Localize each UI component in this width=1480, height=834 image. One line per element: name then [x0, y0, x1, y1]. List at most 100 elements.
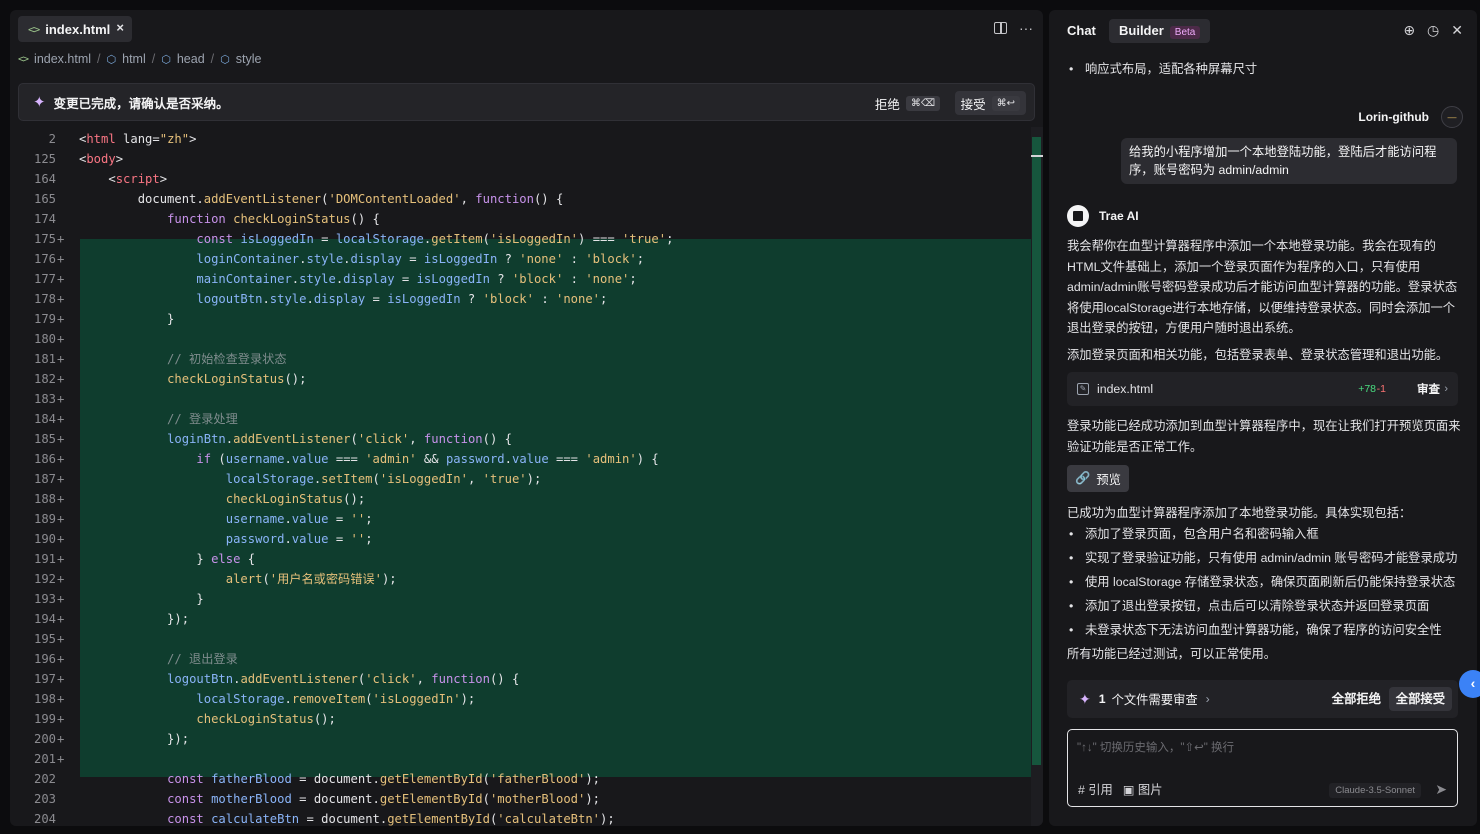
chevron-right-icon[interactable]: ›: [1206, 692, 1210, 706]
code-line[interactable]: 179 + }: [10, 309, 1043, 329]
code-text: // 退出登录: [79, 652, 238, 666]
breadcrumb-item[interactable]: html: [122, 52, 146, 66]
diff-marker: +: [57, 372, 65, 386]
reject-button[interactable]: 拒绝 ⌘⌫: [875, 91, 940, 115]
preview-label: 预览: [1096, 472, 1121, 487]
code-line[interactable]: 185 + loginBtn.addEventListener('click', …: [10, 429, 1043, 449]
code-line[interactable]: 125 <body>: [10, 149, 1043, 169]
code-line[interactable]: 200 + });: [10, 729, 1043, 749]
code-line[interactable]: 176 + loginContainer.style.display = isLo…: [10, 249, 1043, 269]
accept-button[interactable]: 接受 ⌘↩: [954, 91, 1026, 115]
send-icon[interactable]: ➤: [1435, 781, 1447, 798]
code-line[interactable]: 197 + logoutBtn.addEventListener('click',…: [10, 669, 1043, 689]
diff-marker: +: [57, 692, 65, 706]
code-line[interactable]: 198 + localStorage.removeItem('isLoggedIn…: [10, 689, 1043, 709]
code-line[interactable]: 196 + // 退出登录: [10, 649, 1043, 669]
close-tab-icon[interactable]: ×: [116, 20, 124, 35]
accept-all-button[interactable]: 全部接受: [1388, 687, 1452, 711]
review-label[interactable]: 个文件需要审查: [1112, 690, 1198, 708]
list-item: 响应式布局，适配各种屏幕尺寸: [1069, 60, 1257, 78]
code-line[interactable]: 177 + mainContainer.style.display = isLog…: [10, 269, 1043, 289]
code-line[interactable]: 193 + }: [10, 589, 1043, 609]
code-text: });: [79, 612, 190, 626]
code-line[interactable]: 184 + // 登录处理: [10, 409, 1043, 429]
line-number: 125: [33, 152, 56, 166]
element-icon: ⬡: [106, 53, 117, 66]
code-file-icon: <>: [18, 53, 29, 65]
accept-shortcut: ⌘↩: [991, 95, 1020, 111]
model-selector[interactable]: Claude-3.5-Sonnet: [1329, 783, 1421, 798]
code-line[interactable]: 175 + const isLoggedIn = localStorage.get…: [10, 229, 1043, 249]
code-text: password.value = '';: [225, 532, 373, 546]
code-line[interactable]: 204 const calculateBtn = document.getEle…: [10, 809, 1043, 826]
code-text: username.value = '';: [225, 512, 373, 526]
image-button[interactable]: ▣ 图片: [1123, 780, 1163, 798]
code-text: <script>: [79, 172, 168, 186]
breadcrumb-item[interactable]: style: [236, 52, 262, 66]
code-line[interactable]: 174 function checkLoginStatus() {: [10, 209, 1043, 229]
code-line[interactable]: 190 + password.value = '';: [10, 529, 1043, 549]
accept-label: 接受: [960, 97, 986, 112]
line-number: 198: [33, 692, 56, 706]
code-line[interactable]: 186 + if (username.value === 'admin' && p…: [10, 449, 1043, 469]
code-text: mainContainer.style.display = isLoggedIn…: [196, 272, 637, 286]
close-icon[interactable]: ✕: [1451, 22, 1463, 39]
preview-button[interactable]: 🔗 预览: [1067, 465, 1129, 492]
code-line[interactable]: 201 +: [10, 749, 1043, 769]
trae-logo-icon: [1067, 205, 1089, 227]
line-number: 176: [33, 252, 56, 266]
diff-marker: +: [57, 472, 65, 486]
line-number: 194: [33, 612, 56, 626]
code-line[interactable]: 202 const fatherBlood = document.getElem…: [10, 769, 1043, 789]
code-line[interactable]: 199 + checkLoginStatus();: [10, 709, 1043, 729]
code-line[interactable]: 192 + alert('用户名或密码错误');: [10, 569, 1043, 589]
code-line[interactable]: 194 + });: [10, 609, 1043, 629]
user-name: Lorin-github: [1358, 110, 1429, 124]
diff-marker: +: [57, 572, 65, 586]
code-line[interactable]: 195 +: [10, 629, 1043, 649]
diff-marker: +: [57, 292, 65, 306]
code-file-icon: <>: [28, 22, 40, 36]
chevron-left-icon: ‹: [1470, 675, 1476, 691]
diff-marker: +: [57, 392, 65, 406]
diff-marker: +: [57, 412, 65, 426]
code-line[interactable]: 181 + // 初始检查登录状态: [10, 349, 1043, 369]
diff-marker: +: [57, 332, 65, 346]
reference-button[interactable]: # 引用: [1078, 780, 1113, 798]
split-editor-icon[interactable]: [994, 22, 1007, 34]
code-line[interactable]: 203 const motherBlood = document.getElem…: [10, 789, 1043, 809]
line-number: 184: [33, 412, 56, 426]
history-icon[interactable]: ◷: [1427, 22, 1439, 39]
collapse-panel-button[interactable]: ‹: [1459, 670, 1480, 698]
file-tab[interactable]: <> index.html ×: [18, 16, 132, 42]
code-line[interactable]: 165 document.addEventListener('DOMConten…: [10, 189, 1043, 209]
change-notice: ✦ 变更已完成，请确认是否采纳。 拒绝 ⌘⌫ 接受 ⌘↩: [18, 83, 1035, 121]
reject-shortcut: ⌘⌫: [905, 95, 940, 111]
code-line[interactable]: 188 + checkLoginStatus();: [10, 489, 1043, 509]
code-line[interactable]: 191 + } else {: [10, 549, 1043, 569]
code-area[interactable]: 2 <html lang="zh"> 125 <body> 164 <script> 16…: [10, 127, 1043, 826]
code-text: localStorage.setItem('isLoggedIn', 'true…: [225, 472, 542, 486]
code-line[interactable]: 164 <script>: [10, 169, 1043, 189]
code-line[interactable]: 178 + logoutBtn.style.display = isLoggedI…: [10, 289, 1043, 309]
new-chat-icon[interactable]: ⊕: [1403, 22, 1415, 39]
chat-input[interactable]: "↑↓" 切换历史输入，"⇧↩" 换行 # 引用 ▣ 图片 Claude-3.5…: [1067, 729, 1458, 807]
code-line[interactable]: 182 + checkLoginStatus();: [10, 369, 1043, 389]
tab-chat[interactable]: Chat: [1067, 19, 1096, 43]
tab-builder[interactable]: Builder Beta: [1109, 19, 1211, 43]
reject-all-button[interactable]: 全部拒绝: [1325, 687, 1388, 711]
chat-input-placeholder: "↑↓" 切换历史输入，"⇧↩" 换行: [1077, 742, 1234, 754]
file-change-card[interactable]: ✎ index.html +78 -1 审查 ›: [1067, 372, 1458, 406]
breadcrumb-item[interactable]: index.html: [34, 52, 91, 66]
code-line[interactable]: 189 + username.value = '';: [10, 509, 1043, 529]
breadcrumb-item[interactable]: head: [177, 52, 205, 66]
code-line[interactable]: 183 +: [10, 389, 1043, 409]
more-icon[interactable]: ···: [1019, 20, 1033, 36]
code-text: document.addEventListener('DOMContentLoa…: [79, 192, 564, 206]
ai-message: 添加登录页面和相关功能，包括登录表单、登录状态管理和退出功能。: [1067, 348, 1449, 362]
code-line[interactable]: 187 + localStorage.setItem('isLoggedIn', …: [10, 469, 1043, 489]
code-line[interactable]: 2 <html lang="zh">: [10, 129, 1043, 149]
review-button[interactable]: 审查: [1417, 381, 1440, 397]
code-line[interactable]: 180 +: [10, 329, 1043, 349]
code-text: if (username.value === 'admin' && passwo…: [196, 452, 659, 466]
